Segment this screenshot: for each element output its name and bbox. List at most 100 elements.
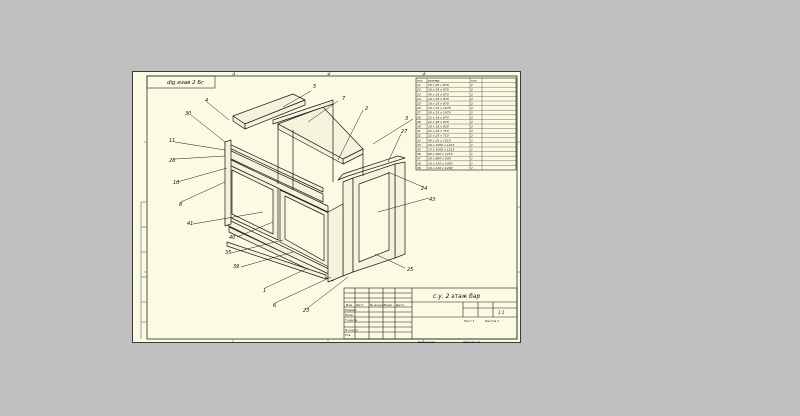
spec-cell: 2	[471, 111, 473, 115]
spec-cell: 1	[471, 166, 473, 170]
spec-cell: 22 x 18 x 870	[428, 120, 449, 124]
spec-cell: 22 x 18 x 870	[428, 115, 449, 119]
spec-cell: 16 x 1000 x 1215	[428, 143, 455, 147]
spec-cell: 32	[417, 134, 421, 138]
spec-cell: 16 x 25 x 870	[428, 97, 449, 101]
balloon: 2	[365, 106, 368, 112]
spec-cell: 37	[417, 157, 421, 161]
tb-col-header: Подп.	[384, 303, 393, 307]
scale: 1:1	[498, 310, 504, 315]
left-margin-strip	[140, 201, 147, 339]
spec-cell: 18 x 18 x 930	[428, 125, 449, 129]
spec-cell: 39	[417, 166, 421, 170]
spec-cell: 34	[417, 143, 421, 147]
spec-cell: 16 x 25 x 870	[428, 88, 449, 92]
corner-stamp: dig изав 2 Бг	[167, 80, 204, 86]
spec-cell: 21	[417, 83, 421, 87]
spec-cell: 10 x 1000 x 1215	[428, 148, 455, 152]
spec-cell: 1	[471, 138, 473, 142]
tb-row-label: Н.контр.	[345, 328, 358, 332]
spec-cell: 2	[471, 88, 473, 92]
tb-row-label: Т.контр.	[344, 318, 358, 322]
balloon: 30	[185, 111, 191, 117]
balloon: 24	[421, 186, 427, 192]
spec-cell: 16 x 890 x 930	[428, 157, 451, 161]
spec-cell: 30	[417, 125, 421, 129]
spec-cell: 2	[471, 97, 473, 101]
sheet-count: Листов 1	[485, 319, 499, 323]
balloon: 11	[169, 138, 175, 144]
spec-cell: 16 x 25 x 870	[428, 102, 449, 106]
spec-cell: 1	[471, 148, 473, 152]
spec-cell: 2	[471, 115, 473, 119]
spec-header: размер	[427, 79, 439, 83]
spec-cell: 25	[417, 102, 421, 106]
spec-cell: 1	[471, 143, 473, 147]
spec-cell: 16 x 120 x 1050	[428, 161, 453, 165]
spec-cell: 22 x 25 x 715	[428, 129, 449, 133]
sheet-canvas: 1 2 3 dig изав 2 Бг 5 7 4 30 2 3 27 11 2…	[140, 72, 520, 344]
drawing-sheet[interactable]: 1 2 3 dig изав 2 Бг 5 7 4 30 2 3 27 11 2…	[132, 71, 521, 344]
spec-cell: 2	[471, 102, 473, 106]
spec-cell: 2	[471, 129, 473, 133]
spec-cell: 2	[471, 83, 473, 87]
drawing-viewport[interactable]: 1 2 3 dig изав 2 Бг 5 7 4 30 2 3 27 11 2…	[0, 0, 800, 416]
zone-ticks	[144, 73, 520, 342]
spec-cell: 2	[471, 92, 473, 96]
balloon: 1	[263, 288, 266, 294]
spec-cell: 90 x 360 x 1215	[428, 152, 453, 156]
spec-cell: 22	[417, 88, 421, 92]
spec-cell: 38	[417, 161, 421, 165]
spec-cell: 2	[471, 106, 473, 110]
balloon: 27	[401, 129, 408, 135]
spec-cell: 2	[471, 120, 473, 124]
spec-cell: 1	[471, 157, 473, 161]
balloon: 23	[303, 308, 309, 314]
spec-cell: 23	[417, 92, 421, 96]
balloon: 35	[225, 250, 231, 256]
balloon: 43	[429, 197, 435, 203]
spec-table: поз размер кол21 16 x 25 x 870 222 16 x 25 x …	[415, 77, 517, 171]
tb-row-label: Разраб.	[345, 308, 357, 312]
spec-cell: 36	[417, 152, 421, 156]
balloon: 4	[205, 98, 208, 104]
spec-cell: 22 x 25 x 715	[428, 134, 449, 138]
cabinet-drawing	[224, 93, 406, 283]
spec-cell: 16 x 25 x 870	[428, 83, 449, 87]
zone-label: 3	[423, 72, 426, 76]
balloon: 40	[229, 235, 235, 241]
spec-cell: 35	[417, 148, 421, 152]
balloon: 25	[407, 267, 413, 273]
spec-header: кол	[471, 79, 477, 83]
spec-cell: 16 x 25 x 1070	[428, 106, 451, 110]
spec-cell: 24	[417, 97, 421, 101]
tb-row-label: Утв.	[345, 333, 351, 337]
spec-header: поз	[417, 79, 423, 83]
spec-cell: 16 x 120 x 1200	[428, 166, 453, 170]
tb-col-header: Изм	[346, 303, 352, 307]
balloon: 10	[173, 180, 179, 186]
spec-cell: 28	[417, 115, 421, 119]
sheet-number: Лист 1	[464, 319, 475, 323]
spec-cell: 2	[471, 125, 473, 129]
drawing-title: с.у. 2 этаж бар	[433, 293, 480, 300]
title-block-text: с.у. 2 этаж бар Изм Лист № докум. Подп. …	[344, 293, 504, 344]
spec-cell: 29	[417, 120, 421, 124]
spec-cell: 26	[417, 106, 421, 110]
balloon: 7	[342, 96, 346, 102]
spec-cell: 1	[471, 161, 473, 165]
spec-cell: 31	[417, 129, 421, 133]
zone-labels-top: 1 2 3	[233, 72, 426, 76]
spec-cell: 40 x 25 x 870	[428, 92, 449, 96]
spec-cell: 2	[471, 134, 473, 138]
tb-row-label: Пров.	[345, 313, 354, 317]
balloon: 41	[187, 221, 193, 227]
balloon: 6	[273, 303, 276, 309]
tb-col-header: Лист	[356, 303, 364, 307]
balloon: 3	[405, 116, 408, 122]
format-label: Формат А3	[463, 340, 480, 344]
zone-label: 1	[233, 72, 236, 76]
tb-col-header: Дата	[396, 303, 404, 307]
spec-cell: 30 x 25 x 1070	[428, 111, 451, 115]
balloon: 8	[179, 202, 182, 208]
